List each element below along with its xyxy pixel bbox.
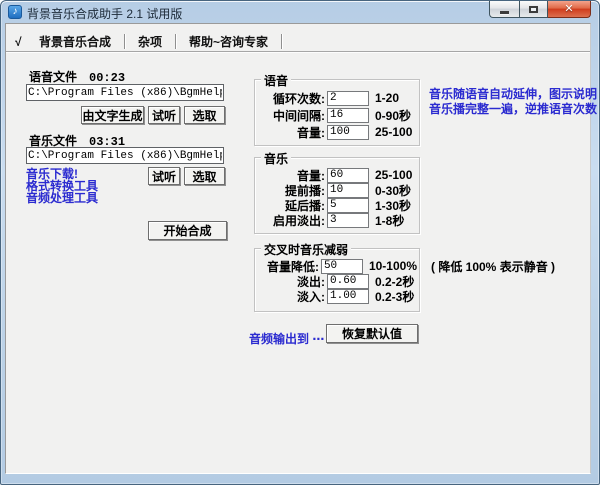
crossfade-group-title: 交叉时音乐减弱 bbox=[261, 241, 352, 258]
close-button[interactable]: ✕ bbox=[548, 1, 591, 18]
link-audio-processor[interactable]: 音频处理工具 bbox=[26, 189, 98, 206]
fadeout-enable-input[interactable] bbox=[327, 212, 369, 228]
volume-reduce-range: 10-100% bbox=[368, 259, 417, 273]
auto-extend-line1: 音乐随语音自动延伸，图示说明 bbox=[429, 87, 598, 101]
loop-count-label: 循环次数: bbox=[273, 91, 325, 106]
voice-volume-range: 25-100 bbox=[375, 125, 413, 139]
generate-from-text-button[interactable]: 由文字生成 bbox=[81, 106, 144, 124]
voice-preview-button[interactable]: 试听 bbox=[148, 106, 180, 124]
music-preview-button[interactable]: 试听 bbox=[148, 167, 180, 185]
fadeout-enable-range: 1-8秒 bbox=[375, 213, 405, 228]
close-icon: ✕ bbox=[564, 2, 574, 15]
title-bar[interactable]: ♪ 背景音乐合成助手 2.1 试用版 ✕ bbox=[1, 1, 599, 23]
cross-fadeout-input[interactable] bbox=[327, 273, 369, 289]
interval-input[interactable] bbox=[327, 107, 369, 123]
menu-separator bbox=[175, 34, 177, 49]
auto-extend-annotation: 音乐随语音自动延伸，图示说明 音乐播完整一遍，逆推语音次数 bbox=[429, 87, 597, 117]
music-select-button[interactable]: 选取 bbox=[184, 167, 225, 185]
interval-label: 中间间隔: bbox=[273, 108, 325, 123]
menu-item-misc[interactable]: 杂项 bbox=[129, 33, 171, 50]
voice-file-caption: 语音文件 bbox=[29, 70, 78, 84]
voice-path-input[interactable] bbox=[26, 84, 224, 101]
active-tab-check-icon: √ bbox=[15, 34, 22, 49]
music-volume-range: 25-100 bbox=[375, 168, 413, 182]
menu-bar: √ 背景音乐合成 杂项 帮助~咨询专家 bbox=[15, 33, 286, 50]
voice-file-label: 语音文件 00:23 bbox=[29, 68, 125, 85]
menu-item-help-expert[interactable]: 帮助~咨询专家 bbox=[180, 33, 277, 50]
auto-extend-line2: 音乐播完整一遍，逆推语音次数 bbox=[429, 102, 598, 116]
menu-divider bbox=[6, 51, 590, 53]
fadeout-enable-label: 启用淡出: bbox=[273, 213, 325, 228]
voice-duration: 00:23 bbox=[89, 71, 126, 85]
loop-count-input[interactable] bbox=[327, 90, 369, 106]
menu-item-bgm-synthesis[interactable]: 背景音乐合成 bbox=[30, 33, 120, 50]
app-window: ♪ 背景音乐合成助手 2.1 试用版 ✕ √ 背景音乐合成 杂项 帮助~咨询专家… bbox=[0, 0, 600, 485]
maximize-button[interactable] bbox=[519, 1, 548, 18]
cross-fadein-label: 淡入: bbox=[297, 289, 325, 304]
maximize-icon bbox=[529, 5, 538, 13]
voice-select-button[interactable]: 选取 bbox=[184, 106, 225, 124]
music-volume-input[interactable] bbox=[327, 167, 369, 183]
app-icon: ♪ bbox=[8, 5, 22, 19]
start-synthesis-button[interactable]: 开始合成 bbox=[148, 221, 227, 240]
minimize-icon bbox=[500, 11, 509, 14]
cross-fadein-input[interactable] bbox=[327, 288, 369, 304]
mute-note: ( 降低 100% 表示静音 ) bbox=[431, 260, 556, 274]
cross-fadein-range: 0.2-3秒 bbox=[375, 289, 415, 304]
music-group: 音乐 音量: 25-100 提前播: 0-30秒 延后播: 1-30秒 启用淡出… bbox=[254, 150, 420, 234]
voice-volume-label: 音量: bbox=[297, 125, 325, 140]
minimize-button[interactable] bbox=[489, 1, 519, 18]
voice-group: 语音 循环次数: 1-20 中间间隔: 0-90秒 音量: 25-100 bbox=[254, 72, 420, 146]
music-path-input[interactable] bbox=[26, 147, 224, 164]
loop-count-range: 1-20 bbox=[375, 91, 400, 105]
voice-group-title: 语音 bbox=[261, 72, 292, 89]
voice-volume-input[interactable] bbox=[327, 124, 369, 140]
window-title: 背景音乐合成助手 2.1 试用版 bbox=[27, 7, 183, 21]
menu-separator bbox=[124, 34, 126, 49]
crossfade-group: 交叉时音乐减弱 音量降低: 10-100% 淡出: 0.2-2秒 淡入: 0.2… bbox=[254, 241, 420, 312]
restore-defaults-button[interactable]: 恢复默认值 bbox=[326, 324, 418, 343]
music-group-title: 音乐 bbox=[261, 150, 292, 167]
output-destination-link[interactable]: 音频输出到 ⋯ bbox=[249, 330, 324, 347]
interval-range: 0-90秒 bbox=[375, 108, 412, 123]
music-file-caption: 音乐文件 bbox=[29, 134, 78, 148]
play-ahead-input[interactable] bbox=[327, 182, 369, 198]
menu-separator bbox=[281, 34, 283, 49]
window-controls: ✕ bbox=[489, 1, 591, 18]
volume-reduce-input[interactable] bbox=[320, 258, 363, 274]
play-delay-input[interactable] bbox=[327, 197, 369, 213]
